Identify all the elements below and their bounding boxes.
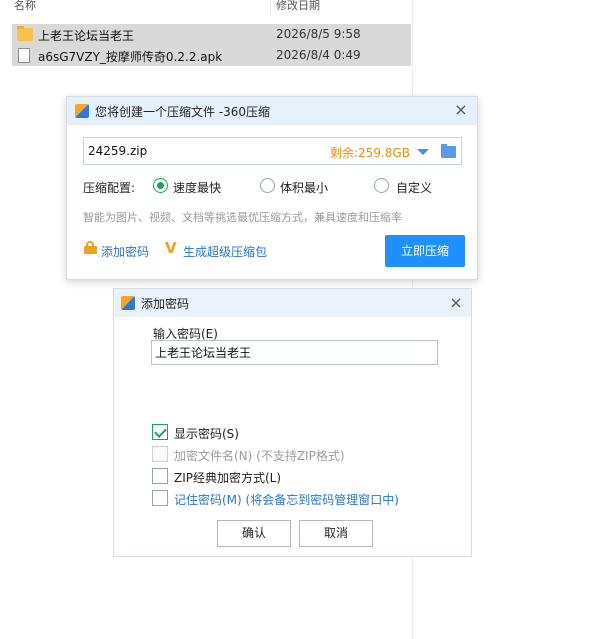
browse-folder-icon[interactable]	[441, 144, 456, 158]
radio-fastest-label[interactable]: 速度最快	[173, 179, 221, 196]
add-password-link[interactable]: 添加密码	[101, 243, 149, 260]
360-compress-logo-icon	[121, 296, 135, 310]
archive-path-input[interactable]: 24259.zip 剩余:259.8GB	[83, 137, 462, 165]
confirm-button[interactable]: 确认	[217, 520, 291, 547]
file-date: 2026/8/5 9:58	[276, 27, 361, 41]
radio-fastest[interactable]	[153, 178, 168, 193]
radio-smallest[interactable]	[260, 178, 275, 193]
dropdown-arrow-icon[interactable]	[417, 149, 429, 155]
password-input[interactable]	[151, 340, 438, 365]
remember-password-label[interactable]: 记住密码(M) (将会备忘到密码管理窗口中)	[174, 491, 399, 508]
password-dialog-titlebar[interactable]: 添加密码 ×	[114, 289, 471, 317]
compress-dialog-titlebar[interactable]: 您将创建一个压缩文件 -360压缩 ×	[67, 97, 477, 125]
zip-classic-encrypt-label[interactable]: ZIP经典加密方式(L)	[174, 469, 281, 486]
file-icon	[18, 48, 30, 63]
compress-dialog: 您将创建一个压缩文件 -360压缩 × 24259.zip 剩余:259.8GB…	[66, 96, 478, 280]
lock-icon	[84, 241, 97, 254]
cancel-button[interactable]: 取消	[299, 520, 373, 547]
file-date: 2026/8/4 0:49	[276, 48, 361, 62]
column-header-name[interactable]: 名称	[14, 0, 36, 14]
column-separator[interactable]	[270, 0, 271, 16]
compress-now-button[interactable]: 立即压缩	[385, 235, 465, 267]
column-header-date[interactable]: 修改日期	[276, 0, 320, 14]
file-name: a6sG7VZY_按摩师传奇0.2.2.apk	[38, 50, 223, 64]
vip-v-icon: V	[165, 239, 177, 257]
radio-custom[interactable]	[374, 178, 389, 193]
free-space-label: 剩余:259.8GB	[330, 146, 410, 160]
compress-dialog-title: 您将创建一个压缩文件 -360压缩	[95, 105, 271, 119]
compress-hint: 智能为图片、视频、文档等挑选最优压缩方式，兼具速度和压缩率	[83, 211, 402, 224]
file-row[interactable]: a6sG7VZY_按摩师传奇0.2.2.apk 2026/8/4 0:49	[12, 45, 411, 66]
super-compress-link[interactable]: 生成超级压缩包	[183, 243, 267, 260]
file-row[interactable]: 上老王论坛当老王 2026/8/5 9:58	[12, 24, 411, 45]
encrypt-filename-label: 加密文件名(N) (不支持ZIP格式)	[174, 449, 345, 463]
file-name: 上老王论坛当老王	[38, 29, 135, 43]
show-password-label[interactable]: 显示密码(S)	[174, 425, 239, 442]
radio-smallest-label[interactable]: 体积最小	[280, 179, 328, 196]
close-icon[interactable]: ×	[453, 102, 469, 118]
remember-password-checkbox[interactable]	[152, 490, 168, 506]
close-icon[interactable]: ×	[448, 295, 464, 311]
360-compress-logo-icon	[75, 104, 89, 118]
compress-config-label: 压缩配置:	[83, 181, 136, 195]
show-password-checkbox[interactable]	[152, 424, 168, 440]
password-dialog: 添加密码 × 输入密码(E) 显示密码(S) 加密文件名(N) (不支持ZIP格…	[113, 288, 472, 557]
archive-filename: 24259.zip	[88, 144, 148, 158]
zip-classic-encrypt-checkbox[interactable]	[152, 468, 168, 484]
encrypt-filename-checkbox	[152, 446, 168, 462]
folder-icon	[17, 26, 33, 41]
password-dialog-title: 添加密码	[141, 297, 190, 311]
radio-custom-label[interactable]: 自定义	[396, 179, 432, 196]
